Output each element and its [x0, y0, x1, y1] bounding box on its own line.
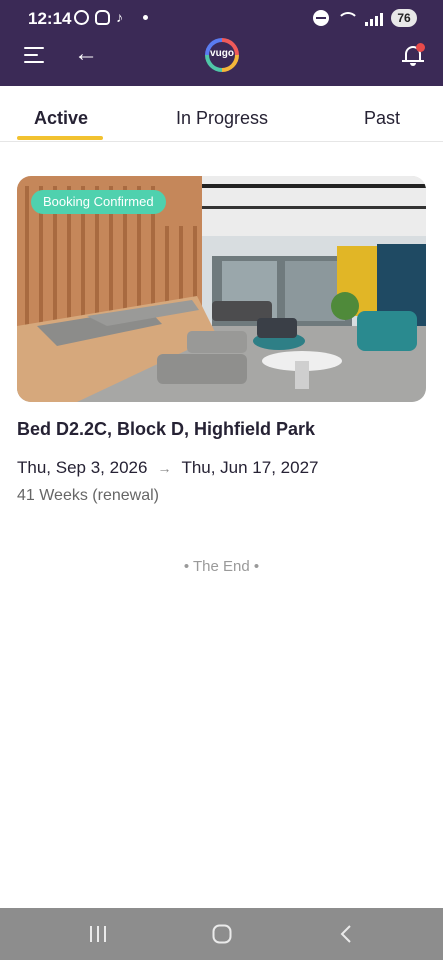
do-not-disturb-icon: [313, 10, 329, 26]
recent-apps-icon[interactable]: [89, 926, 107, 947]
notification-badge: [416, 43, 425, 52]
status-badge: Booking Confirmed: [31, 190, 166, 214]
home-icon[interactable]: [212, 924, 232, 949]
status-bar: 12:14 ♪ 76: [0, 0, 443, 38]
app-header: 12:14 ♪ 76 ← vugo: [0, 0, 443, 86]
snapchat-icon: [95, 10, 110, 25]
list-end-marker: • The End •: [183, 558, 260, 575]
tab-in-progress[interactable]: In Progress: [176, 108, 268, 129]
wifi-icon: [337, 10, 359, 26]
system-status-icons: 76: [313, 9, 417, 27]
arrow-right-icon: →: [157, 460, 172, 476]
booking-duration: 41 Weeks (renewal): [17, 487, 159, 504]
signal-icon: [365, 10, 383, 26]
start-date: Thu, Sep 3, 2026: [17, 458, 148, 477]
system-navigation-bar: [0, 908, 443, 960]
booking-dates: Thu, Sep 3, 2026 → Thu, Jun 17, 2027: [17, 458, 318, 478]
whatsapp-icon: [74, 10, 89, 25]
app-logo-text: vugo: [210, 48, 234, 59]
menu-icon[interactable]: [24, 45, 46, 65]
top-navigation: ← vugo: [0, 38, 443, 86]
active-tab-indicator: [17, 136, 103, 140]
booking-tabs: Active In Progress Past: [0, 86, 443, 142]
tab-active[interactable]: Active: [34, 108, 88, 129]
notification-icons: ♪: [74, 10, 148, 25]
tiktok-icon: ♪: [116, 9, 123, 25]
system-back-icon[interactable]: [339, 925, 353, 948]
battery-indicator: 76: [391, 9, 417, 27]
app-logo: vugo: [205, 38, 239, 72]
bell-icon[interactable]: [402, 43, 425, 67]
back-arrow-icon[interactable]: ←: [74, 42, 98, 66]
booking-title[interactable]: Bed D2.2C, Block D, Highfield Park: [17, 419, 315, 440]
tab-past[interactable]: Past: [364, 108, 400, 129]
status-time: 12:14: [28, 9, 72, 28]
more-notifications-dot: [143, 15, 148, 20]
booking-image[interactable]: Booking Confirmed: [17, 176, 426, 402]
end-date: Thu, Jun 17, 2027: [181, 458, 319, 477]
